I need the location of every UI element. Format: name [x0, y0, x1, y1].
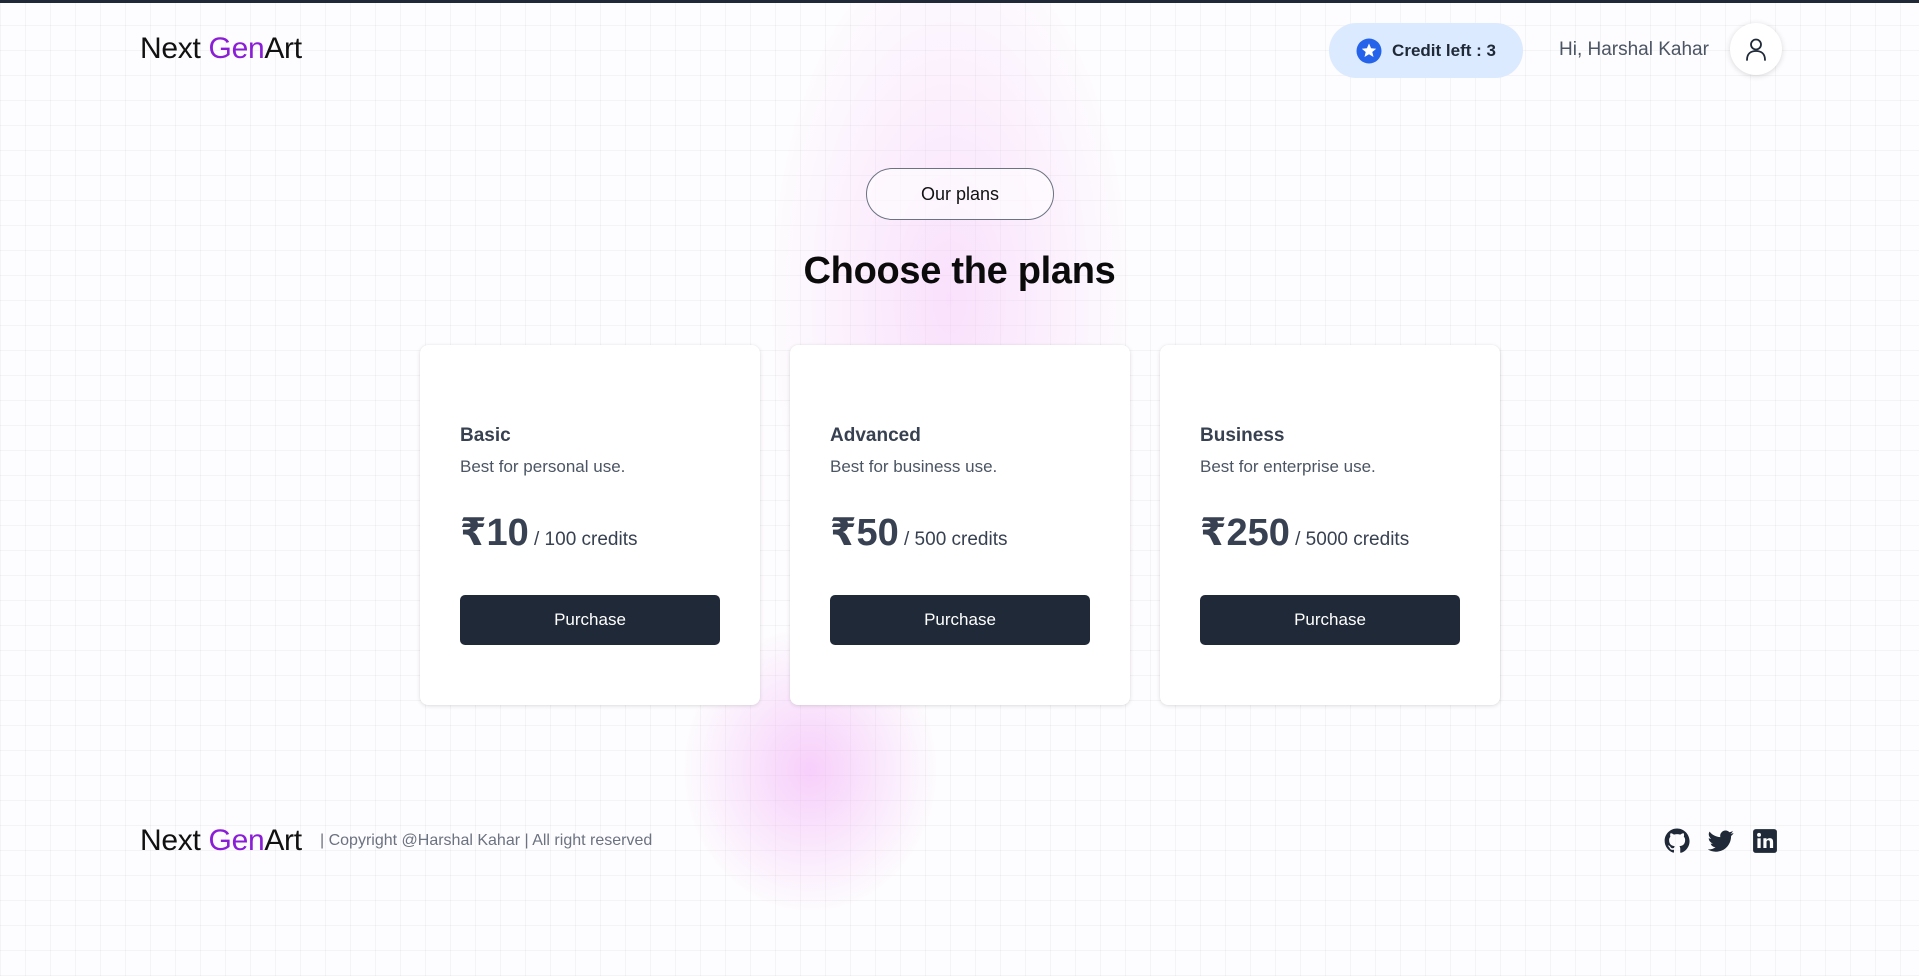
user-icon — [1746, 38, 1766, 61]
price-amount: ₹250 — [1200, 512, 1290, 554]
plan-price: ₹10 / 100 credits — [460, 510, 638, 555]
price-amount: ₹10 — [460, 512, 529, 554]
price-unit: / 100 credits — [528, 529, 638, 550]
user-greeting: Hi, Harshal Kahar — [1559, 39, 1709, 60]
logo[interactable]: Next GenArt — [140, 32, 302, 66]
page-title: Choose the plans — [803, 250, 1116, 292]
plan-description: Best for personal use. — [460, 457, 626, 476]
purchase-button-business[interactable]: Purchase — [1200, 595, 1460, 645]
user-avatar[interactable] — [1730, 23, 1782, 75]
github-icon[interactable] — [1664, 828, 1690, 854]
twitter-icon[interactable] — [1707, 828, 1734, 854]
footer: Next GenArt | Copyright @Harshal Kahar |… — [140, 820, 1780, 860]
purchase-button-advanced[interactable]: Purchase — [830, 595, 1090, 645]
logo-suffix: Art — [264, 32, 302, 65]
logo-suffix: Art — [264, 824, 302, 857]
plan-name: Basic — [460, 425, 511, 446]
plan-price: ₹50 / 500 credits — [830, 510, 1008, 555]
top-border — [0, 0, 1919, 3]
copyright-text: | Copyright @Harshal Kahar | All right r… — [320, 832, 653, 849]
logo-highlight: Gen — [208, 824, 265, 857]
plan-name: Business — [1200, 425, 1285, 446]
plan-description: Best for business use. — [830, 457, 998, 476]
logo-prefix: Next — [140, 824, 209, 857]
credit-button[interactable]: Credit left : 3 — [1329, 23, 1523, 78]
price-unit: / 500 credits — [898, 529, 1008, 550]
star-icon — [1356, 38, 1382, 64]
plan-price: ₹250 / 5000 credits — [1200, 510, 1409, 555]
logo-prefix: Next — [140, 32, 209, 65]
logo-highlight: Gen — [208, 32, 265, 65]
plan-name: Advanced — [830, 425, 921, 446]
plan-card-basic: Basic Best for personal use. ₹10 / 100 c… — [420, 345, 760, 705]
purchase-button-basic[interactable]: Purchase — [460, 595, 720, 645]
footer-logo[interactable]: Next GenArt — [140, 824, 302, 858]
credit-label: Credit left : 3 — [1392, 40, 1496, 60]
plan-description: Best for enterprise use. — [1200, 457, 1376, 476]
header: Next GenArt Credit left : 3 Hi, Harshal … — [140, 20, 1782, 80]
plans-tag: Our plans — [866, 168, 1054, 220]
plan-card-business: Business Best for enterprise use. ₹250 /… — [1160, 345, 1500, 705]
plan-card-advanced: Advanced Best for business use. ₹50 / 50… — [790, 345, 1130, 705]
linkedin-icon[interactable] — [1752, 828, 1778, 854]
price-amount: ₹50 — [830, 512, 899, 554]
price-unit: / 5000 credits — [1289, 529, 1410, 550]
